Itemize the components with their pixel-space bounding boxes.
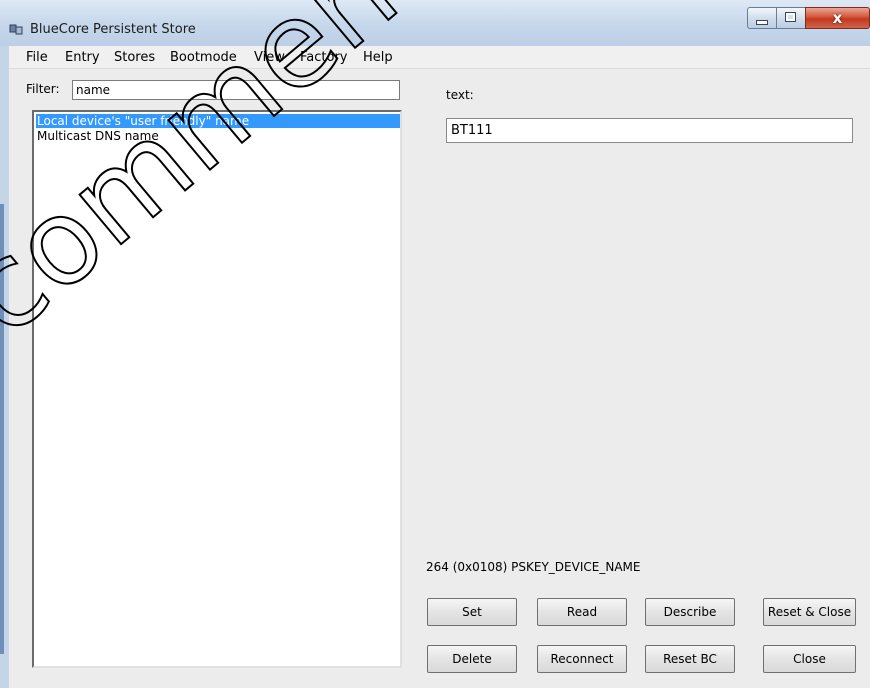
menu-help[interactable]: Help bbox=[363, 50, 393, 65]
set-button[interactable]: Set bbox=[427, 598, 517, 626]
app-icon bbox=[9, 24, 23, 35]
filter-label: Filter: bbox=[26, 82, 60, 96]
pskey-list[interactable]: Local device's "user friendly" name Mult… bbox=[32, 110, 402, 668]
menu-entry[interactable]: Entry bbox=[65, 50, 100, 65]
delete-button[interactable]: Delete bbox=[427, 645, 517, 673]
maximize-icon bbox=[786, 13, 795, 21]
list-item-local-device-name[interactable]: Local device's "user friendly" name bbox=[36, 114, 400, 128]
menu-stores[interactable]: Stores bbox=[114, 50, 155, 65]
value-input[interactable] bbox=[446, 118, 853, 143]
title-bar[interactable]: BlueCore Persistent Store x bbox=[0, 0, 870, 46]
menu-bar: File Entry Stores Bootmode View Factory … bbox=[9, 46, 870, 69]
value-type-label: text: bbox=[446, 88, 474, 102]
menu-bootmode[interactable]: Bootmode bbox=[170, 50, 237, 65]
maximize-button[interactable] bbox=[776, 7, 806, 29]
menu-view[interactable]: View bbox=[254, 50, 285, 65]
window-frame-left bbox=[0, 46, 9, 688]
minimize-button[interactable] bbox=[747, 7, 777, 29]
menu-file[interactable]: File bbox=[26, 50, 48, 65]
minimize-icon bbox=[757, 21, 767, 24]
window-title: BlueCore Persistent Store bbox=[30, 22, 196, 37]
close-button[interactable]: Close bbox=[763, 645, 856, 673]
frame-accent bbox=[0, 204, 4, 654]
menu-factory[interactable]: Factory bbox=[300, 50, 348, 65]
reset-bc-button[interactable]: Reset BC bbox=[645, 645, 735, 673]
reset-close-button[interactable]: Reset & Close bbox=[763, 598, 856, 626]
filter-input[interactable] bbox=[72, 80, 400, 100]
read-button[interactable]: Read bbox=[537, 598, 627, 626]
close-icon: x bbox=[832, 9, 843, 27]
pskey-info: 264 (0x0108) PSKEY_DEVICE_NAME bbox=[426, 560, 641, 574]
reconnect-button[interactable]: Reconnect bbox=[537, 645, 627, 673]
list-item-multicast-dns-name[interactable]: Multicast DNS name bbox=[36, 129, 400, 143]
close-window-button[interactable]: x bbox=[805, 7, 870, 29]
describe-button[interactable]: Describe bbox=[645, 598, 735, 626]
